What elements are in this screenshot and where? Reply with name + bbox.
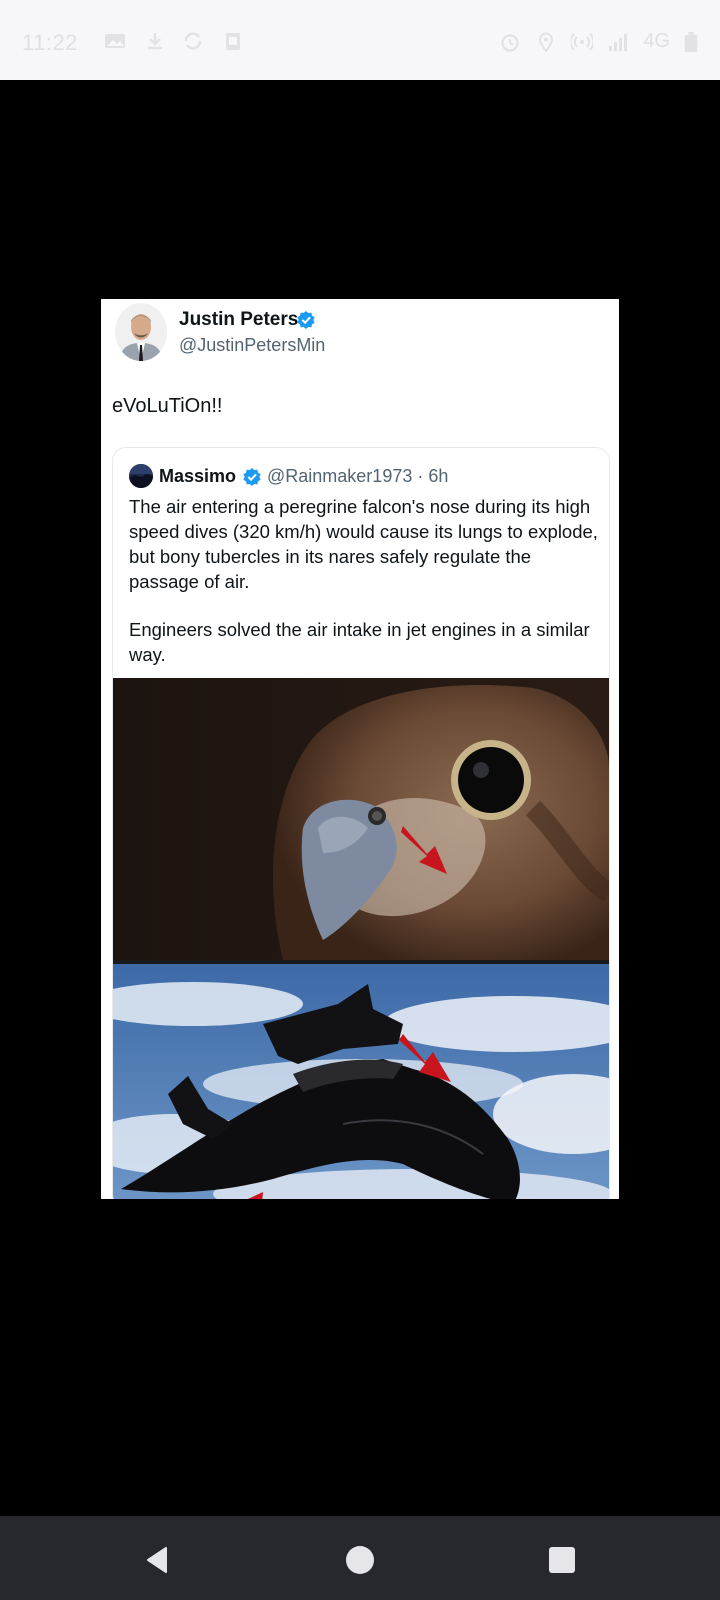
location-icon	[539, 32, 554, 52]
battery-icon	[684, 31, 698, 52]
home-icon[interactable]	[340, 1540, 380, 1580]
jet-photo[interactable]	[113, 964, 609, 1199]
sync-icon	[184, 32, 202, 50]
author-avatar[interactable]	[115, 303, 167, 361]
author-handle[interactable]: @JustinPetersMin	[179, 335, 325, 356]
back-icon[interactable]	[138, 1540, 178, 1580]
quoted-avatar-image	[129, 464, 153, 488]
verified-badge-icon	[297, 311, 315, 329]
alarm-icon	[501, 33, 519, 52]
quoted-author-avatar[interactable]	[129, 464, 153, 488]
falcon-photo[interactable]	[113, 678, 609, 960]
quoted-text: The air entering a peregrine falcon's no…	[129, 494, 599, 690]
image-icon	[105, 34, 125, 48]
recents-icon[interactable]	[542, 1540, 582, 1580]
quoted-author-handle[interactable]: @Rainmaker1973 · 6h	[267, 466, 448, 487]
status-time: 11:22	[22, 30, 78, 55]
status-bar: 11:22 4G	[0, 0, 720, 80]
author-name[interactable]: Justin Peters	[179, 309, 298, 331]
quoted-post[interactable]: Massimo @Rainmaker1973 · 6h The air ente…	[112, 447, 610, 1199]
network-label: 4G	[643, 30, 670, 52]
hotspot-icon	[571, 32, 594, 51]
quoted-verified-badge-icon	[243, 468, 261, 486]
download-icon	[148, 33, 162, 50]
quoted-paragraph-1: The air entering a peregrine falcon's no…	[129, 496, 598, 592]
quoted-paragraph-2: Engineers solved the air intake in jet e…	[129, 619, 590, 665]
navigation-bar	[0, 1516, 720, 1600]
avatar-image	[115, 303, 167, 361]
post-card[interactable]: Justin Peters @JustinPetersMin eVoLuTiOn…	[101, 299, 619, 1199]
quoted-author-name[interactable]: Massimo	[159, 466, 236, 487]
status-right: 4G	[499, 30, 698, 53]
post-text: eVoLuTiOn!!	[112, 395, 223, 417]
signal-icon	[609, 33, 628, 51]
clipboard-icon	[226, 33, 240, 50]
